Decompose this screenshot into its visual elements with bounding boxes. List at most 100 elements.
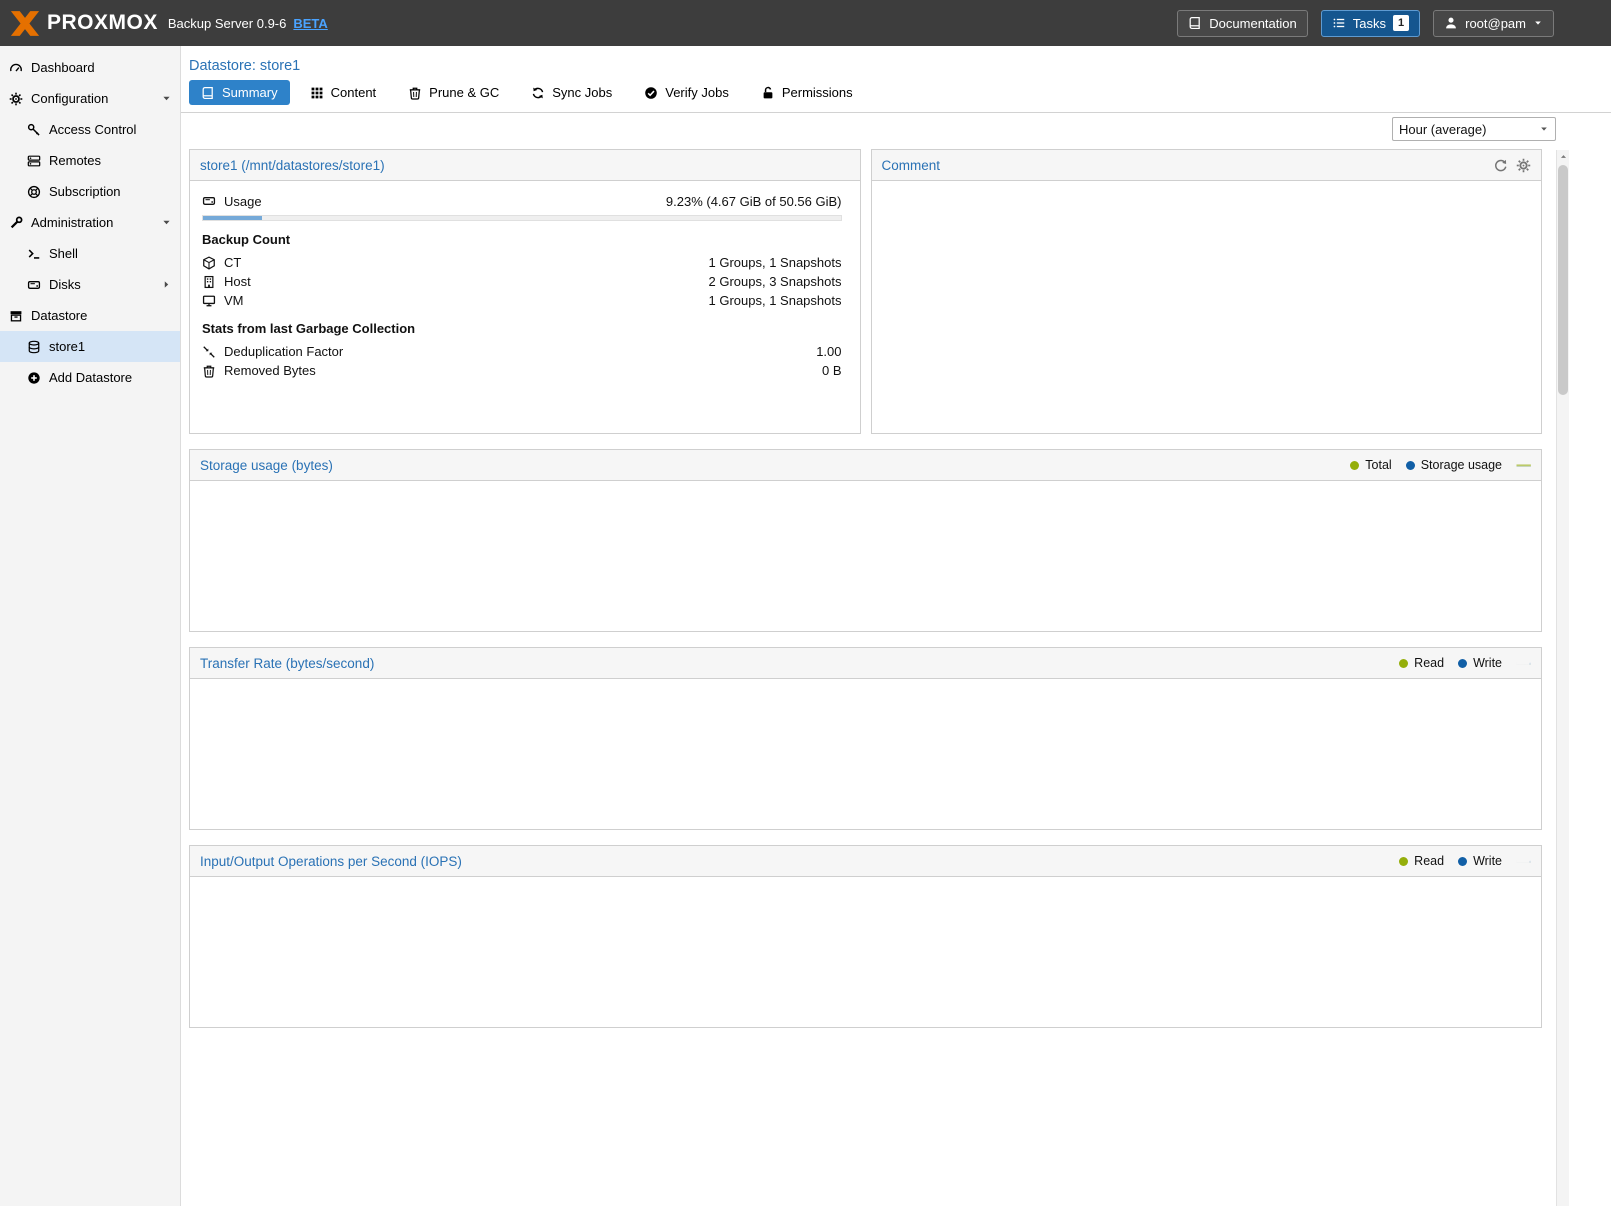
datastore-summary-panel: store1 (/mnt/datastores/store1) Usage9.2… [189,149,861,434]
tab-verify-jobs[interactable]: Verify Jobs [632,80,741,105]
svg-text:11:17:00: 11:17:00 [1520,663,1521,664]
disk-icon [202,194,216,208]
svg-text:1.5 M: 1.5 M [1516,661,1517,662]
legend-label: Read [1414,854,1444,868]
svg-text:2020-11-06: 2020-11-06 [1525,861,1527,862]
main-area: Datastore: store1 SummaryContentPrune & … [181,46,1611,1206]
tab-label: Permissions [782,85,853,100]
legend-dot [1458,857,1467,866]
scroll-up-icon[interactable] [1557,150,1569,163]
tab-prune-gc[interactable]: Prune & GC [396,80,511,105]
row-label: VM [224,293,244,308]
svg-text:20: 20 [1516,860,1517,861]
sidebar-item-label: Datastore [31,308,87,323]
collapse-icon[interactable]: 010 G20 G30 G40 G50 G60 G2020-11-0611:01… [1516,458,1531,473]
svg-text:11:05:00: 11:05:00 [1517,663,1518,664]
iops-chart [190,877,490,1027]
content-area: store1 (/mnt/datastores/store1) Usage9.2… [181,145,1611,1028]
terminal-icon [27,247,41,261]
row-value: 1 Groups, 1 Snapshots [709,255,842,270]
svg-text:11:49:00: 11:49:00 [1526,861,1527,862]
collapse-icon[interactable]: 01020304050602020-11-0611:01:002020-11-0… [1516,854,1531,869]
beta-link[interactable]: BETA [293,16,327,31]
scrollbar-thumb[interactable] [1558,165,1568,395]
chevron-down-icon[interactable] [161,93,172,104]
sidebar-item-add-datastore[interactable]: Add Datastore [0,362,180,393]
comment-content[interactable] [872,181,1542,197]
gear-icon[interactable] [1516,158,1531,173]
chart-panel-header: Transfer Rate (bytes/second)ReadWrite050… [190,648,1541,679]
tab-permissions[interactable]: Permissions [749,80,865,105]
sidebar-item-label: Administration [31,215,113,230]
svg-text:2020-11-06: 2020-11-06 [1528,663,1530,664]
svg-text:2020-11-06: 2020-11-06 [1518,663,1520,664]
user-menu-button[interactable]: root@pam [1433,10,1554,37]
svg-text:2020-11-06: 2020-11-06 [1523,861,1525,862]
chevron-down-icon [1539,124,1549,134]
iops-panel: Input/Output Operations per Second (IOPS… [189,845,1542,1028]
svg-text:2020-11-06: 2020-11-06 [1526,663,1528,664]
desktop-icon [202,294,216,308]
summary-panel-header: store1 (/mnt/datastores/store1) [190,150,860,181]
backup-count-row-vm: VM1 Groups, 1 Snapshots [202,291,842,310]
cube-icon [202,256,216,270]
legend-item: Write [1458,656,1502,670]
svg-text:11:01:00: 11:01:00 [1516,663,1517,664]
svg-text:2020-11-06: 2020-11-06 [1522,861,1524,862]
row-label: CT [224,255,241,270]
list-icon [1332,16,1346,30]
svg-text:2020-11-06: 2020-11-06 [1522,663,1524,664]
row-label: Removed Bytes [224,363,316,378]
sidebar-item-dashboard[interactable]: Dashboard [0,52,180,83]
svg-text:11:25:00: 11:25:00 [1521,861,1522,862]
row-label: Deduplication Factor [224,344,343,359]
svg-text:2020-11-06: 2020-11-06 [1519,861,1521,862]
usage-row: Usage9.23% (4.67 GiB of 50.56 GiB) [202,189,842,213]
legend-item: Total [1350,458,1391,472]
tab-summary[interactable]: Summary [189,80,290,105]
trash-icon [408,86,422,100]
documentation-button[interactable]: Documentation [1177,10,1307,37]
chevron-right-icon[interactable] [161,279,172,290]
legend-dot [1458,659,1467,668]
sidebar-item-subscription[interactable]: Subscription [0,176,180,207]
sync-icon [531,86,545,100]
book-icon [201,86,215,100]
sidebar: DashboardConfigurationAccess ControlRemo… [0,46,181,1206]
legend-dot [1350,461,1359,470]
tab-sync-jobs[interactable]: Sync Jobs [519,80,624,105]
backup-count-header: Backup Count [202,232,842,247]
brand-text: PROXMOX [47,11,158,35]
svg-text:11:53:00: 11:53:00 [1527,663,1528,664]
sidebar-item-label: Disks [49,277,81,292]
gc-stats-header: Stats from last Garbage Collection [202,321,842,336]
legend-item: Storage usage [1406,458,1502,472]
plus-circle-icon [27,371,41,385]
sidebar-item-disks[interactable]: Disks [0,269,180,300]
chevron-down-icon[interactable] [161,217,172,228]
vertical-scrollbar[interactable] [1556,150,1569,1206]
collapse-icon[interactable]: 0500 k1 M1.5 M2 M2020-11-0611:01:002020-… [1516,656,1531,671]
gc-stats-row: Removed Bytes0 B [202,361,842,380]
sidebar-item-configuration[interactable]: Configuration [0,83,180,114]
svg-text:2020-11-06: 2020-11-06 [1527,663,1529,664]
gc-stats-row: Deduplication Factor1.00 [202,342,842,361]
refresh-icon[interactable] [1493,158,1508,173]
timeframe-select[interactable]: Hour (average) [1392,117,1556,141]
grid-icon [310,86,324,100]
svg-text:2020-11-06: 2020-11-06 [1521,663,1523,664]
book-icon [1188,16,1202,30]
sidebar-item-remotes[interactable]: Remotes [0,145,180,176]
sidebar-item-shell[interactable]: Shell [0,238,180,269]
summary-panel-body: Usage9.23% (4.67 GiB of 50.56 GiB) Backup… [190,181,860,388]
svg-text:2020-11-06: 2020-11-06 [1516,861,1518,862]
sidebar-item-store1[interactable]: store1 [0,331,180,362]
tasks-button[interactable]: Tasks 1 [1321,10,1420,37]
sidebar-item-access-control[interactable]: Access Control [0,114,180,145]
tabbar: Summary Content Prune & GC Sync Jobs Verify … [181,80,1611,113]
sidebar-item-datastore[interactable]: Datastore [0,300,180,331]
gears-icon [9,92,23,106]
tab-content[interactable]: Content [298,80,389,105]
compress-icon [202,345,216,359]
sidebar-item-administration[interactable]: Administration [0,207,180,238]
